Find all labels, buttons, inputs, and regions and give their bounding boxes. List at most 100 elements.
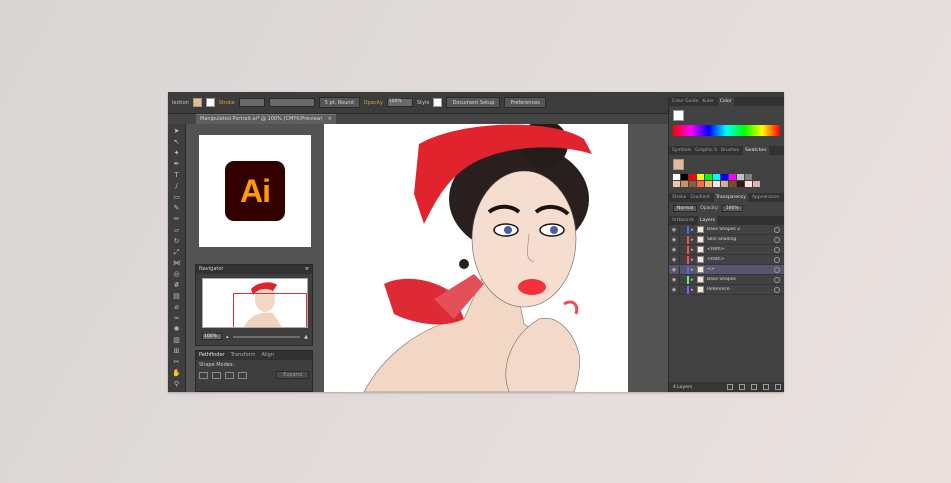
navigator-header[interactable]: Navigator ≡ — [196, 265, 312, 274]
swatch[interactable] — [673, 174, 680, 180]
visibility-eye-icon[interactable]: ◉ — [669, 287, 679, 293]
document-setup-button[interactable]: Document Setup — [446, 97, 501, 108]
delete-layer-icon[interactable] — [775, 384, 781, 390]
layer-row[interactable]: ◉ ▸ Base Shapes — [669, 275, 784, 285]
tab-graphic-styles[interactable]: Graphic S — [695, 146, 717, 155]
locate-object-icon[interactable] — [727, 384, 733, 390]
hand-tool-icon[interactable]: ✋ — [172, 370, 181, 377]
zoom-tool-icon[interactable]: ⚲ — [172, 381, 181, 388]
magic-wand-tool-icon[interactable]: ✦ — [172, 150, 181, 157]
target-icon[interactable] — [774, 276, 780, 283]
tab-swatches[interactable]: Swatches — [743, 146, 769, 155]
slice-tool-icon[interactable]: ✂ — [172, 359, 181, 366]
artboard-tool-icon[interactable]: ⊞ — [172, 348, 181, 355]
layer-row[interactable]: ◉ ▸ Skin Shading — [669, 235, 784, 245]
swatch[interactable] — [745, 181, 752, 187]
swatch[interactable] — [697, 181, 704, 187]
tab-pathfinder[interactable]: Pathfinder — [199, 351, 225, 360]
color-spectrum[interactable] — [673, 125, 780, 136]
pencil-tool-icon[interactable]: ✏ — [172, 216, 181, 223]
lock-toggle[interactable] — [679, 235, 687, 244]
eyedropper-tool-icon[interactable]: ⌀ — [172, 304, 181, 311]
swatch[interactable] — [713, 174, 720, 180]
swatch[interactable] — [713, 181, 720, 187]
visibility-eye-icon[interactable]: ◉ — [669, 237, 679, 243]
target-icon[interactable] — [774, 256, 780, 263]
layer-row[interactable]: ◉ ▸ <> — [669, 265, 784, 275]
selection-tool-icon[interactable]: ➤ — [172, 128, 181, 135]
visibility-eye-icon[interactable]: ◉ — [669, 247, 679, 253]
line-tool-icon[interactable]: / — [172, 183, 181, 190]
tab-brushes[interactable]: Brushes — [721, 146, 739, 155]
scale-tool-icon[interactable]: ⤢ — [172, 249, 181, 256]
tab-gradient[interactable]: Gradient — [690, 193, 710, 202]
blend-mode-dropdown[interactable]: Normal — [673, 205, 698, 212]
tab-transparency[interactable]: Transparency — [713, 193, 748, 202]
zoom-out-icon[interactable]: ▴ — [226, 334, 229, 340]
target-icon[interactable] — [774, 266, 780, 273]
swatch[interactable] — [673, 181, 680, 187]
target-icon[interactable] — [774, 246, 780, 253]
width-tool-icon[interactable]: ⋈ — [172, 260, 181, 267]
panel-menu-icon[interactable]: ≡ — [305, 265, 309, 274]
zoom-in-icon[interactable]: ▲ — [304, 334, 308, 340]
style-swatch[interactable] — [433, 98, 443, 107]
target-icon[interactable] — [774, 286, 780, 293]
document-tab[interactable]: Manipulated Portrait.ai* @ 100% (CMYK/Pr… — [196, 114, 336, 124]
swatch[interactable] — [753, 174, 760, 180]
rotate-tool-icon[interactable]: ↻ — [172, 238, 181, 245]
swatch[interactable] — [681, 181, 688, 187]
tab-layers[interactable]: Layers — [698, 216, 717, 225]
tab-transform[interactable]: Transform — [231, 351, 256, 360]
stroke-weight-field[interactable] — [238, 98, 265, 107]
stroke-label[interactable]: Stroke — [219, 100, 235, 106]
layer-row[interactable]: ◉ ▸ <Path> — [669, 245, 784, 255]
swatch[interactable] — [737, 174, 744, 180]
swatch[interactable] — [721, 174, 728, 180]
type-tool-icon[interactable]: T — [172, 172, 181, 179]
navigator-thumbnail[interactable] — [202, 278, 308, 328]
lock-toggle[interactable] — [679, 285, 687, 294]
paintbrush-tool-icon[interactable]: ✎ — [172, 205, 181, 212]
brush-definition-dropdown[interactable]: 5 pt. Round — [318, 97, 360, 108]
lock-toggle[interactable] — [679, 255, 687, 264]
lock-toggle[interactable] — [679, 245, 687, 254]
swatch[interactable] — [697, 174, 704, 180]
fill-swatch[interactable] — [192, 98, 202, 107]
close-tab-icon[interactable]: × — [328, 115, 332, 124]
visibility-eye-icon[interactable]: ◉ — [669, 227, 679, 233]
artboard[interactable] — [324, 124, 628, 392]
expand-button[interactable]: Expand — [276, 371, 309, 379]
gradient-tool-icon[interactable]: ▤ — [172, 293, 181, 300]
make-clipping-mask-icon[interactable] — [739, 384, 745, 390]
swatch[interactable] — [729, 174, 736, 180]
graph-tool-icon[interactable]: ▥ — [172, 337, 181, 344]
tab-color[interactable]: Color — [717, 97, 734, 106]
swatch[interactable] — [689, 181, 696, 187]
target-icon[interactable] — [774, 236, 780, 243]
tab-artboards[interactable]: Artboards — [672, 216, 694, 225]
preferences-button[interactable]: Preferences — [504, 97, 546, 108]
new-layer-icon[interactable] — [763, 384, 769, 390]
intersect-icon[interactable] — [225, 371, 234, 379]
minus-front-icon[interactable] — [212, 371, 221, 379]
shape-builder-tool-icon[interactable]: ◎ — [172, 271, 181, 278]
layer-row[interactable]: ◉ ▸ Base Shapes 2 — [669, 225, 784, 235]
exclude-icon[interactable] — [238, 371, 247, 379]
stroke-swatch[interactable] — [205, 98, 215, 107]
navigator-view-frame[interactable] — [233, 293, 307, 327]
pen-tool-icon[interactable]: ✒ — [172, 161, 181, 168]
zoom-slider[interactable] — [232, 335, 301, 338]
swatches-fill-swatch[interactable] — [673, 159, 684, 170]
tab-kuler[interactable]: Kuler — [702, 97, 713, 106]
tab-align[interactable]: Align — [261, 351, 274, 360]
variable-width-field[interactable] — [268, 98, 315, 107]
swatch[interactable] — [681, 174, 688, 180]
opacity-field[interactable]: 100% — [386, 98, 413, 107]
tab-appearance[interactable]: Appearance — [752, 193, 779, 202]
lock-toggle[interactable] — [679, 265, 687, 274]
zoom-field[interactable]: 100% — [202, 333, 222, 340]
color-fill-swatch[interactable] — [673, 110, 684, 121]
visibility-eye-icon[interactable]: ◉ — [669, 277, 679, 283]
tab-color-guide[interactable]: Color Guide — [672, 97, 698, 106]
